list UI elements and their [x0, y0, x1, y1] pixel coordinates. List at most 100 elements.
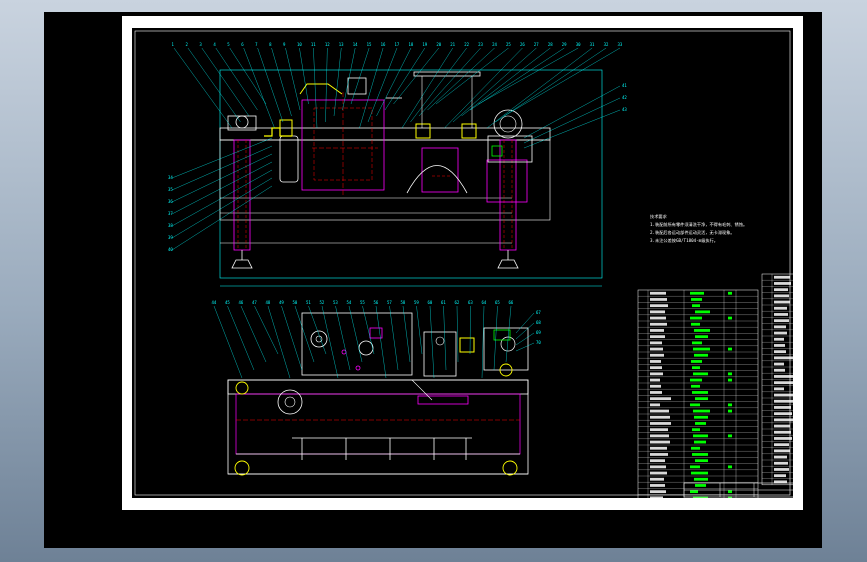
balloon-label: 24	[492, 42, 497, 47]
balloon-label: 14	[353, 42, 358, 47]
table-text-mark	[774, 300, 790, 304]
balloon-label: 33	[618, 42, 623, 47]
balloon-label: 26	[520, 42, 525, 47]
leader-line	[294, 305, 315, 363]
drawing-canvas[interactable]: 1 2 3 4 5 6 7 8 9 10 11 12 13 14 15 16 17 18 19 20 21 22 23 24 2…	[132, 28, 793, 498]
table-text-mark	[695, 335, 708, 339]
balloon-label: 32	[604, 42, 609, 47]
table-text-mark	[728, 490, 732, 494]
table-text-mark	[694, 353, 708, 357]
table-text-mark	[774, 337, 784, 341]
leader-line	[493, 305, 498, 371]
table-text-mark	[774, 275, 790, 279]
balloon-label: 10	[297, 42, 302, 47]
balloon-label: 23	[478, 42, 483, 47]
table-text-mark	[774, 430, 791, 434]
balloon-label: 9	[283, 42, 286, 47]
balloon-label: 65	[495, 300, 500, 305]
table-text-mark	[774, 319, 789, 323]
table-text-mark	[694, 415, 708, 419]
table-text-mark	[650, 440, 670, 444]
leader-line	[443, 305, 447, 371]
balloon-label: 50	[293, 300, 298, 305]
table-text-mark	[650, 335, 665, 339]
notes-line-3: 3.未注公差按GB/T1804-m级执行。	[650, 237, 718, 244]
balloon-label: 18	[408, 42, 413, 47]
table-text-mark	[692, 391, 708, 394]
table-text-mark	[650, 360, 661, 363]
table-text-mark	[774, 331, 787, 335]
table-text-mark	[650, 415, 670, 419]
table-text-mark	[693, 409, 710, 413]
cad-viewer[interactable]: 1 2 3 4 5 6 7 8 9 10 11 12 13 14 15 16 17 18 19 20 21 22 23 24 2…	[44, 12, 822, 548]
balloon-label: 66	[509, 300, 514, 305]
leader-line	[359, 47, 384, 129]
leader-line	[456, 305, 459, 363]
leader-line	[215, 47, 258, 111]
table-text-mark	[692, 453, 708, 456]
balloon-label: 54	[347, 300, 352, 305]
leader-line	[227, 305, 255, 371]
table-text-mark	[650, 403, 660, 407]
balloon-label: 12	[325, 42, 330, 47]
balloon-label: 4	[213, 42, 216, 47]
balloon-label: 5	[227, 42, 230, 47]
balloon-label: 40	[168, 247, 173, 252]
balloon-label: 13	[339, 42, 344, 47]
balloon-label: 48	[266, 300, 271, 305]
leader-line	[325, 47, 328, 123]
table-text-mark	[650, 347, 663, 351]
table-text-mark	[774, 437, 792, 440]
table-text-mark	[690, 316, 702, 320]
table-text-mark	[728, 372, 732, 376]
balloon-label: 27	[534, 42, 539, 47]
table-text-mark	[650, 384, 661, 388]
leader-line	[173, 47, 233, 129]
table-text-mark	[650, 291, 666, 295]
table-text-mark	[650, 378, 660, 382]
balloon-label: 2	[185, 42, 188, 47]
table-text-mark	[728, 291, 732, 295]
front-view-leaders: 44 45 46 47 48 49 50 51 52 53 54 55 56 57 58 59 60 61 62 63…	[212, 300, 541, 379]
leader-line	[213, 305, 243, 379]
balloon-label: 39	[168, 235, 173, 240]
leader-line	[452, 47, 537, 123]
table-text-mark	[650, 477, 664, 481]
balloon-label: 43	[622, 107, 627, 112]
balloon-label: 6	[241, 42, 244, 47]
balloon-label: 28	[548, 42, 553, 47]
table-text-mark	[650, 391, 662, 394]
balloon-label: 7	[255, 42, 258, 47]
leader-line	[321, 305, 339, 379]
leader-line	[348, 305, 363, 363]
leader-line	[478, 47, 579, 105]
table-text-mark	[690, 403, 700, 407]
table-text-mark	[650, 372, 663, 376]
drawing-sheet: 1 2 3 4 5 6 7 8 9 10 11 12 13 14 15 16 17 18 19 20 21 22 23 24 2…	[122, 16, 803, 510]
table-text-mark	[728, 378, 732, 382]
table-text-mark	[690, 291, 704, 295]
table-text-mark	[650, 471, 667, 475]
table-text-mark	[650, 496, 663, 498]
table-text-mark	[774, 306, 787, 310]
leader-line	[384, 47, 426, 111]
leader-line	[171, 145, 273, 191]
table-text-mark	[774, 418, 793, 422]
table-text-mark	[728, 434, 732, 438]
balloon-label: 52	[320, 300, 325, 305]
leader-line	[240, 305, 267, 363]
balloon-label: 67	[536, 310, 541, 315]
leader-line	[335, 305, 351, 371]
leader-line	[410, 47, 467, 123]
table-text-mark	[690, 378, 702, 382]
table-text-mark	[650, 322, 667, 326]
table-text-mark	[774, 468, 789, 471]
table-text-mark	[650, 428, 668, 432]
leader-line	[375, 305, 387, 379]
table-text-mark	[650, 490, 666, 494]
table-text-mark	[650, 484, 665, 487]
table-text-mark	[728, 347, 732, 351]
table-text-mark	[774, 393, 793, 397]
leader-line	[429, 305, 435, 379]
table-text-mark	[650, 434, 669, 438]
